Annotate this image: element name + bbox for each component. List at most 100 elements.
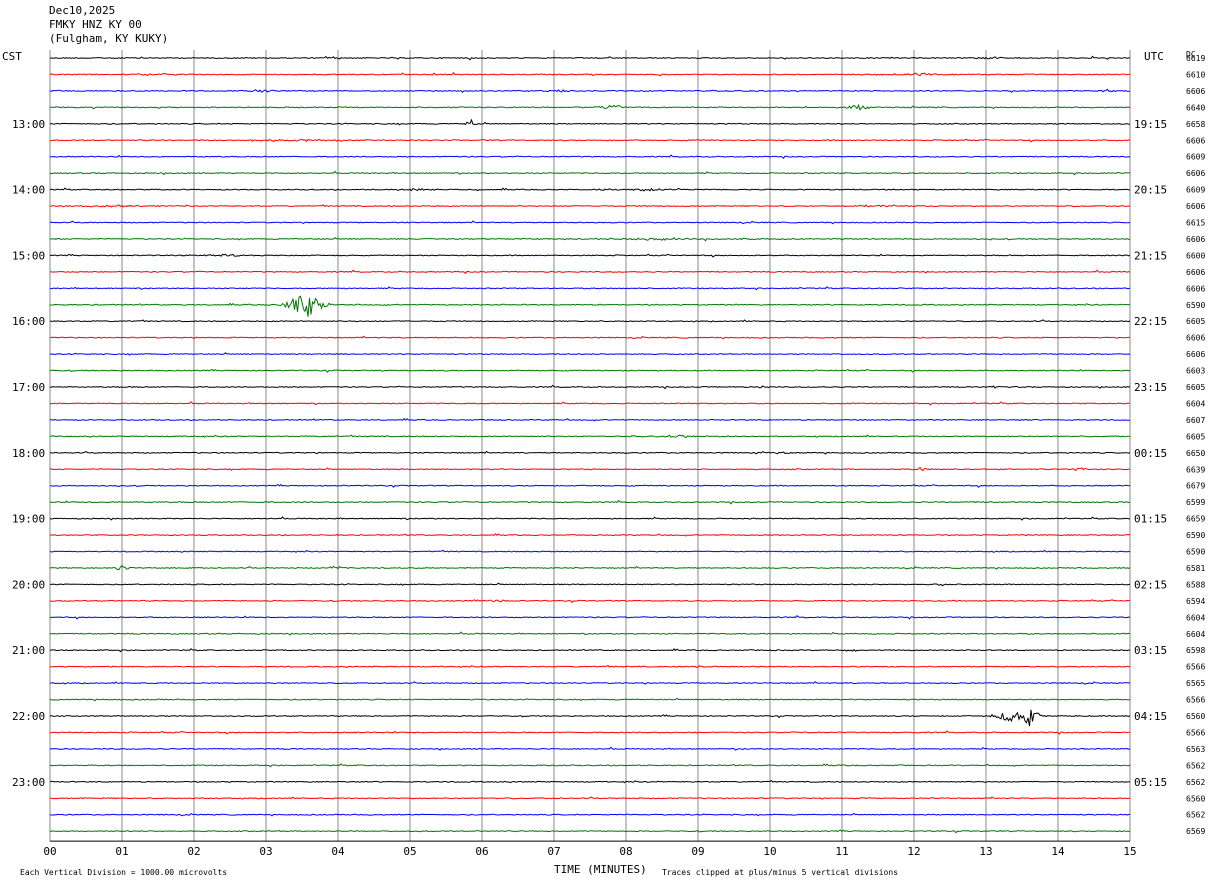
dc-value-label: 6606	[1186, 235, 1205, 244]
dc-value-label: 6562	[1186, 811, 1205, 820]
dc-value-label: 6659	[1186, 515, 1205, 524]
seismic-trace-line	[49, 681, 1131, 685]
seismic-trace-line	[49, 220, 1131, 225]
dc-value-label: 6604	[1186, 613, 1205, 622]
dc-value-label: 6650	[1186, 449, 1205, 458]
left-hour-label: 19:00	[12, 513, 45, 526]
seismic-trace-line	[49, 631, 1131, 636]
seismic-trace-line	[50, 352, 1131, 356]
x-tick-label: 04	[331, 845, 345, 858]
dc-value-label: 6590	[1186, 531, 1205, 540]
seismic-trace-line	[49, 55, 1131, 61]
right-timezone-label: UTC	[1144, 50, 1164, 63]
seismic-trace-line	[49, 187, 1130, 192]
helicorder-plot: 00 01 02 03 04 05 06 07 08 09 10 11 12 13 14 1566196610…	[2, 50, 1205, 877]
x-tick-label: 08	[619, 845, 632, 858]
x-tick-label: 03	[259, 845, 272, 858]
x-tick-label: 01	[115, 845, 128, 858]
dc-value-label: 6658	[1186, 120, 1205, 129]
dc-value-label: 6606	[1186, 268, 1205, 277]
dc-value-label: 6603	[1186, 367, 1205, 376]
dc-value-label: 6605	[1186, 317, 1205, 326]
seismic-trace-line	[49, 709, 1131, 726]
dc-value-label: 6590	[1186, 301, 1205, 310]
scale-note: Each Vertical Division = 1000.00 microvo…	[20, 868, 227, 877]
seismic-trace-line	[49, 384, 1131, 390]
right-hour-label: 04:15	[1134, 710, 1167, 723]
dc-value-label: 6565	[1186, 679, 1205, 688]
dc-value-label: 6569	[1186, 827, 1205, 836]
dc-value-label: 6594	[1186, 597, 1205, 606]
right-hour-label: 21:15	[1134, 249, 1167, 262]
dc-value-label: 6606	[1186, 136, 1205, 145]
seismic-trace-line	[49, 417, 1131, 422]
seismic-trace-line	[50, 319, 1131, 323]
dc-value-label: 6588	[1186, 580, 1205, 589]
right-hour-label: 01:15	[1134, 513, 1167, 526]
dc-value-label: 6606	[1186, 334, 1205, 343]
left-hour-label: 21:00	[12, 644, 45, 657]
x-tick-label: 13	[979, 845, 992, 858]
seismic-trace-line	[49, 335, 1131, 340]
seismic-trace-line	[49, 170, 1131, 176]
dc-value-label: 6606	[1186, 202, 1205, 211]
dc-value-label: 6615	[1186, 219, 1205, 228]
dc-column-label: DC	[1186, 50, 1196, 59]
seismic-trace-line	[49, 796, 1131, 800]
x-tick-label: 15	[1123, 845, 1136, 858]
left-hour-label: 13:00	[12, 118, 45, 131]
right-hour-label: 03:15	[1134, 644, 1167, 657]
dc-value-label: 6600	[1186, 251, 1205, 260]
seismic-trace-line	[49, 614, 1131, 620]
left-timezone-label: CST	[2, 50, 22, 63]
seismic-trace-line	[49, 516, 1131, 521]
seismic-trace-line	[49, 72, 1131, 77]
seismic-trace-line	[49, 812, 1131, 817]
x-tick-label: 14	[1051, 845, 1065, 858]
seismic-trace-line	[50, 763, 1131, 768]
x-tick-label: 07	[547, 845, 560, 858]
seismic-trace-line	[49, 368, 1131, 373]
seismic-trace-line	[49, 648, 1131, 653]
dc-value-label: 6609	[1186, 186, 1205, 195]
x-axis-label: TIME (MINUTES)	[554, 863, 647, 876]
seismic-trace-line	[49, 697, 1131, 702]
left-hour-label: 15:00	[12, 249, 45, 262]
x-tick-label: 11	[835, 845, 848, 858]
seismic-trace-line	[50, 582, 1131, 587]
left-hour-label: 23:00	[12, 776, 45, 789]
dc-value-label: 6606	[1186, 284, 1205, 293]
seismic-trace-line	[49, 549, 1131, 553]
right-hour-label: 23:15	[1134, 381, 1167, 394]
dc-value-label: 6590	[1186, 548, 1205, 557]
seismic-trace-line	[49, 253, 1131, 258]
right-hour-label: 00:15	[1134, 447, 1167, 460]
seismic-trace-line	[49, 564, 1131, 571]
right-hour-label: 20:15	[1134, 184, 1167, 197]
x-tick-label: 02	[187, 845, 200, 858]
seismic-trace-line	[49, 499, 1131, 505]
left-hour-label: 16:00	[12, 315, 45, 328]
dc-value-label: 6610	[1186, 70, 1205, 79]
dc-value-label: 6607	[1186, 416, 1205, 425]
dc-value-label: 6679	[1186, 482, 1205, 491]
x-tick-label: 12	[907, 845, 920, 858]
right-hour-label: 22:15	[1134, 315, 1167, 328]
left-hour-label: 17:00	[12, 381, 45, 394]
seismic-trace-line	[49, 204, 1131, 208]
x-tick-label: 10	[763, 845, 776, 858]
seismic-trace-line	[49, 138, 1131, 143]
seismic-trace-line	[49, 269, 1131, 275]
x-tick-label: 09	[691, 845, 704, 858]
seismic-trace-line	[49, 434, 1131, 438]
dc-value-label: 6609	[1186, 153, 1205, 162]
seismic-trace-line	[49, 450, 1131, 455]
dc-value-label: 6599	[1186, 498, 1205, 507]
dc-value-label: 6560	[1186, 794, 1205, 803]
dc-value-label: 6604	[1186, 630, 1205, 639]
right-hour-label: 19:15	[1134, 118, 1167, 131]
left-hour-label: 18:00	[12, 447, 45, 460]
dc-value-label: 6606	[1186, 87, 1205, 96]
right-hour-label: 05:15	[1134, 776, 1167, 789]
dc-value-label: 6639	[1186, 465, 1205, 474]
